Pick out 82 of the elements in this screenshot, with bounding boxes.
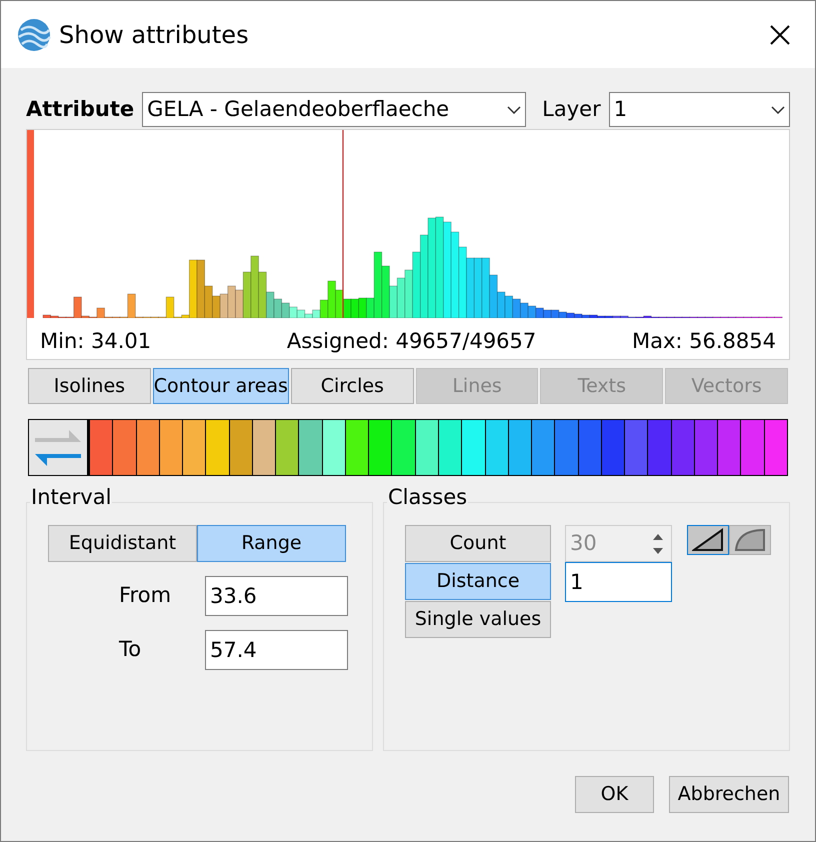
color-swatch[interactable] [578, 420, 601, 475]
histogram-bar [504, 296, 513, 318]
color-swatch[interactable] [764, 420, 787, 475]
histogram-bar [396, 278, 406, 318]
histogram-bar [220, 294, 228, 318]
histogram-bar [281, 302, 290, 318]
color-swatch[interactable] [438, 420, 462, 475]
color-swatch[interactable] [694, 420, 718, 475]
layer-dropdown[interactable]: 1 [608, 92, 790, 127]
field-label: From [118, 582, 172, 610]
color-swatch[interactable] [136, 420, 159, 475]
color-swatch[interactable] [160, 420, 182, 475]
color-swatch[interactable] [90, 420, 112, 475]
max-value: Max: 56.8854 [632, 331, 776, 352]
linear-scale-button[interactable] [687, 525, 729, 555]
color-swatch[interactable] [555, 420, 578, 475]
field-label: To [118, 636, 142, 664]
color-swatch[interactable] [625, 420, 648, 475]
histogram-bar [482, 258, 490, 318]
histogram-bar [474, 258, 482, 318]
color-swatch[interactable] [369, 420, 392, 475]
dialog-button[interactable]: OK [575, 776, 654, 813]
tab[interactable]: Contour areas [152, 368, 289, 404]
color-swatch[interactable] [672, 420, 694, 475]
color-swatch[interactable] [508, 420, 532, 475]
color-swatch[interactable] [252, 420, 276, 475]
window-title: Show attributes [59, 20, 249, 50]
histogram-bar [543, 310, 552, 318]
color-swatch[interactable] [532, 420, 554, 475]
histogram-bar [536, 308, 544, 318]
layer-label: Layer [542, 96, 601, 123]
dialog-button[interactable]: Abbrechen [669, 776, 789, 813]
distance-field[interactable]: 1 [565, 562, 672, 602]
color-swatch[interactable] [718, 420, 740, 475]
tab[interactable]: Isolines [28, 368, 151, 404]
chevron-icon [507, 106, 522, 114]
color-swatch[interactable] [206, 420, 229, 475]
mode-button[interactable]: Range [197, 525, 346, 562]
histogram-bar [358, 298, 367, 318]
attribute-dropdown[interactable]: GELA - Gelaendeoberflaeche [142, 92, 526, 127]
histogram-bar [466, 258, 474, 318]
histogram-bar [512, 298, 521, 318]
color-swatch[interactable] [602, 420, 624, 475]
histogram-bar [458, 246, 467, 318]
color-swatch[interactable] [230, 420, 252, 475]
color-swatch[interactable] [486, 420, 508, 475]
min-value: Min: 34.01 [40, 331, 152, 352]
mode-button[interactable]: Distance [405, 563, 551, 600]
color-swatch[interactable] [113, 420, 136, 475]
histogram-bar [289, 306, 298, 318]
color-swatch[interactable] [741, 420, 764, 475]
histogram-bar [404, 270, 413, 318]
color-swatch[interactable] [416, 420, 438, 475]
histogram-bar [274, 298, 282, 318]
histogram-bar [520, 302, 528, 318]
close-icon[interactable] [769, 24, 791, 46]
globe-icon [17, 18, 51, 52]
histogram-bar [350, 298, 359, 318]
histogram-bar [550, 310, 560, 318]
color-swatch[interactable] [462, 420, 485, 475]
color-swatch[interactable] [183, 420, 206, 475]
chevron-icon [771, 106, 785, 114]
histogram-bar [528, 306, 536, 318]
attribute-label: Attribute [26, 96, 134, 123]
color-swatch[interactable] [392, 420, 415, 475]
assigned-count: Assigned: 49657/49657 [286, 331, 536, 352]
histogram-bar [250, 256, 259, 318]
color-swatch[interactable] [299, 420, 322, 475]
color-swatch[interactable] [322, 420, 345, 475]
histogram-bar [412, 252, 421, 318]
histogram-bar [228, 286, 236, 318]
swap-icon[interactable] [29, 420, 87, 475]
mode-button[interactable]: Single values [405, 601, 551, 638]
input-field[interactable]: 33.6 [205, 576, 348, 616]
curve-scale-button[interactable] [729, 525, 771, 555]
mode-button[interactable]: Count [405, 525, 551, 562]
color-swatch[interactable] [276, 420, 298, 475]
input-field[interactable]: 57.4 [205, 630, 348, 670]
color-swatch[interactable] [648, 420, 671, 475]
tab[interactable]: Circles [290, 368, 414, 404]
color-swatch[interactable] [346, 420, 368, 475]
mode-button[interactable]: Equidistant [48, 525, 197, 562]
